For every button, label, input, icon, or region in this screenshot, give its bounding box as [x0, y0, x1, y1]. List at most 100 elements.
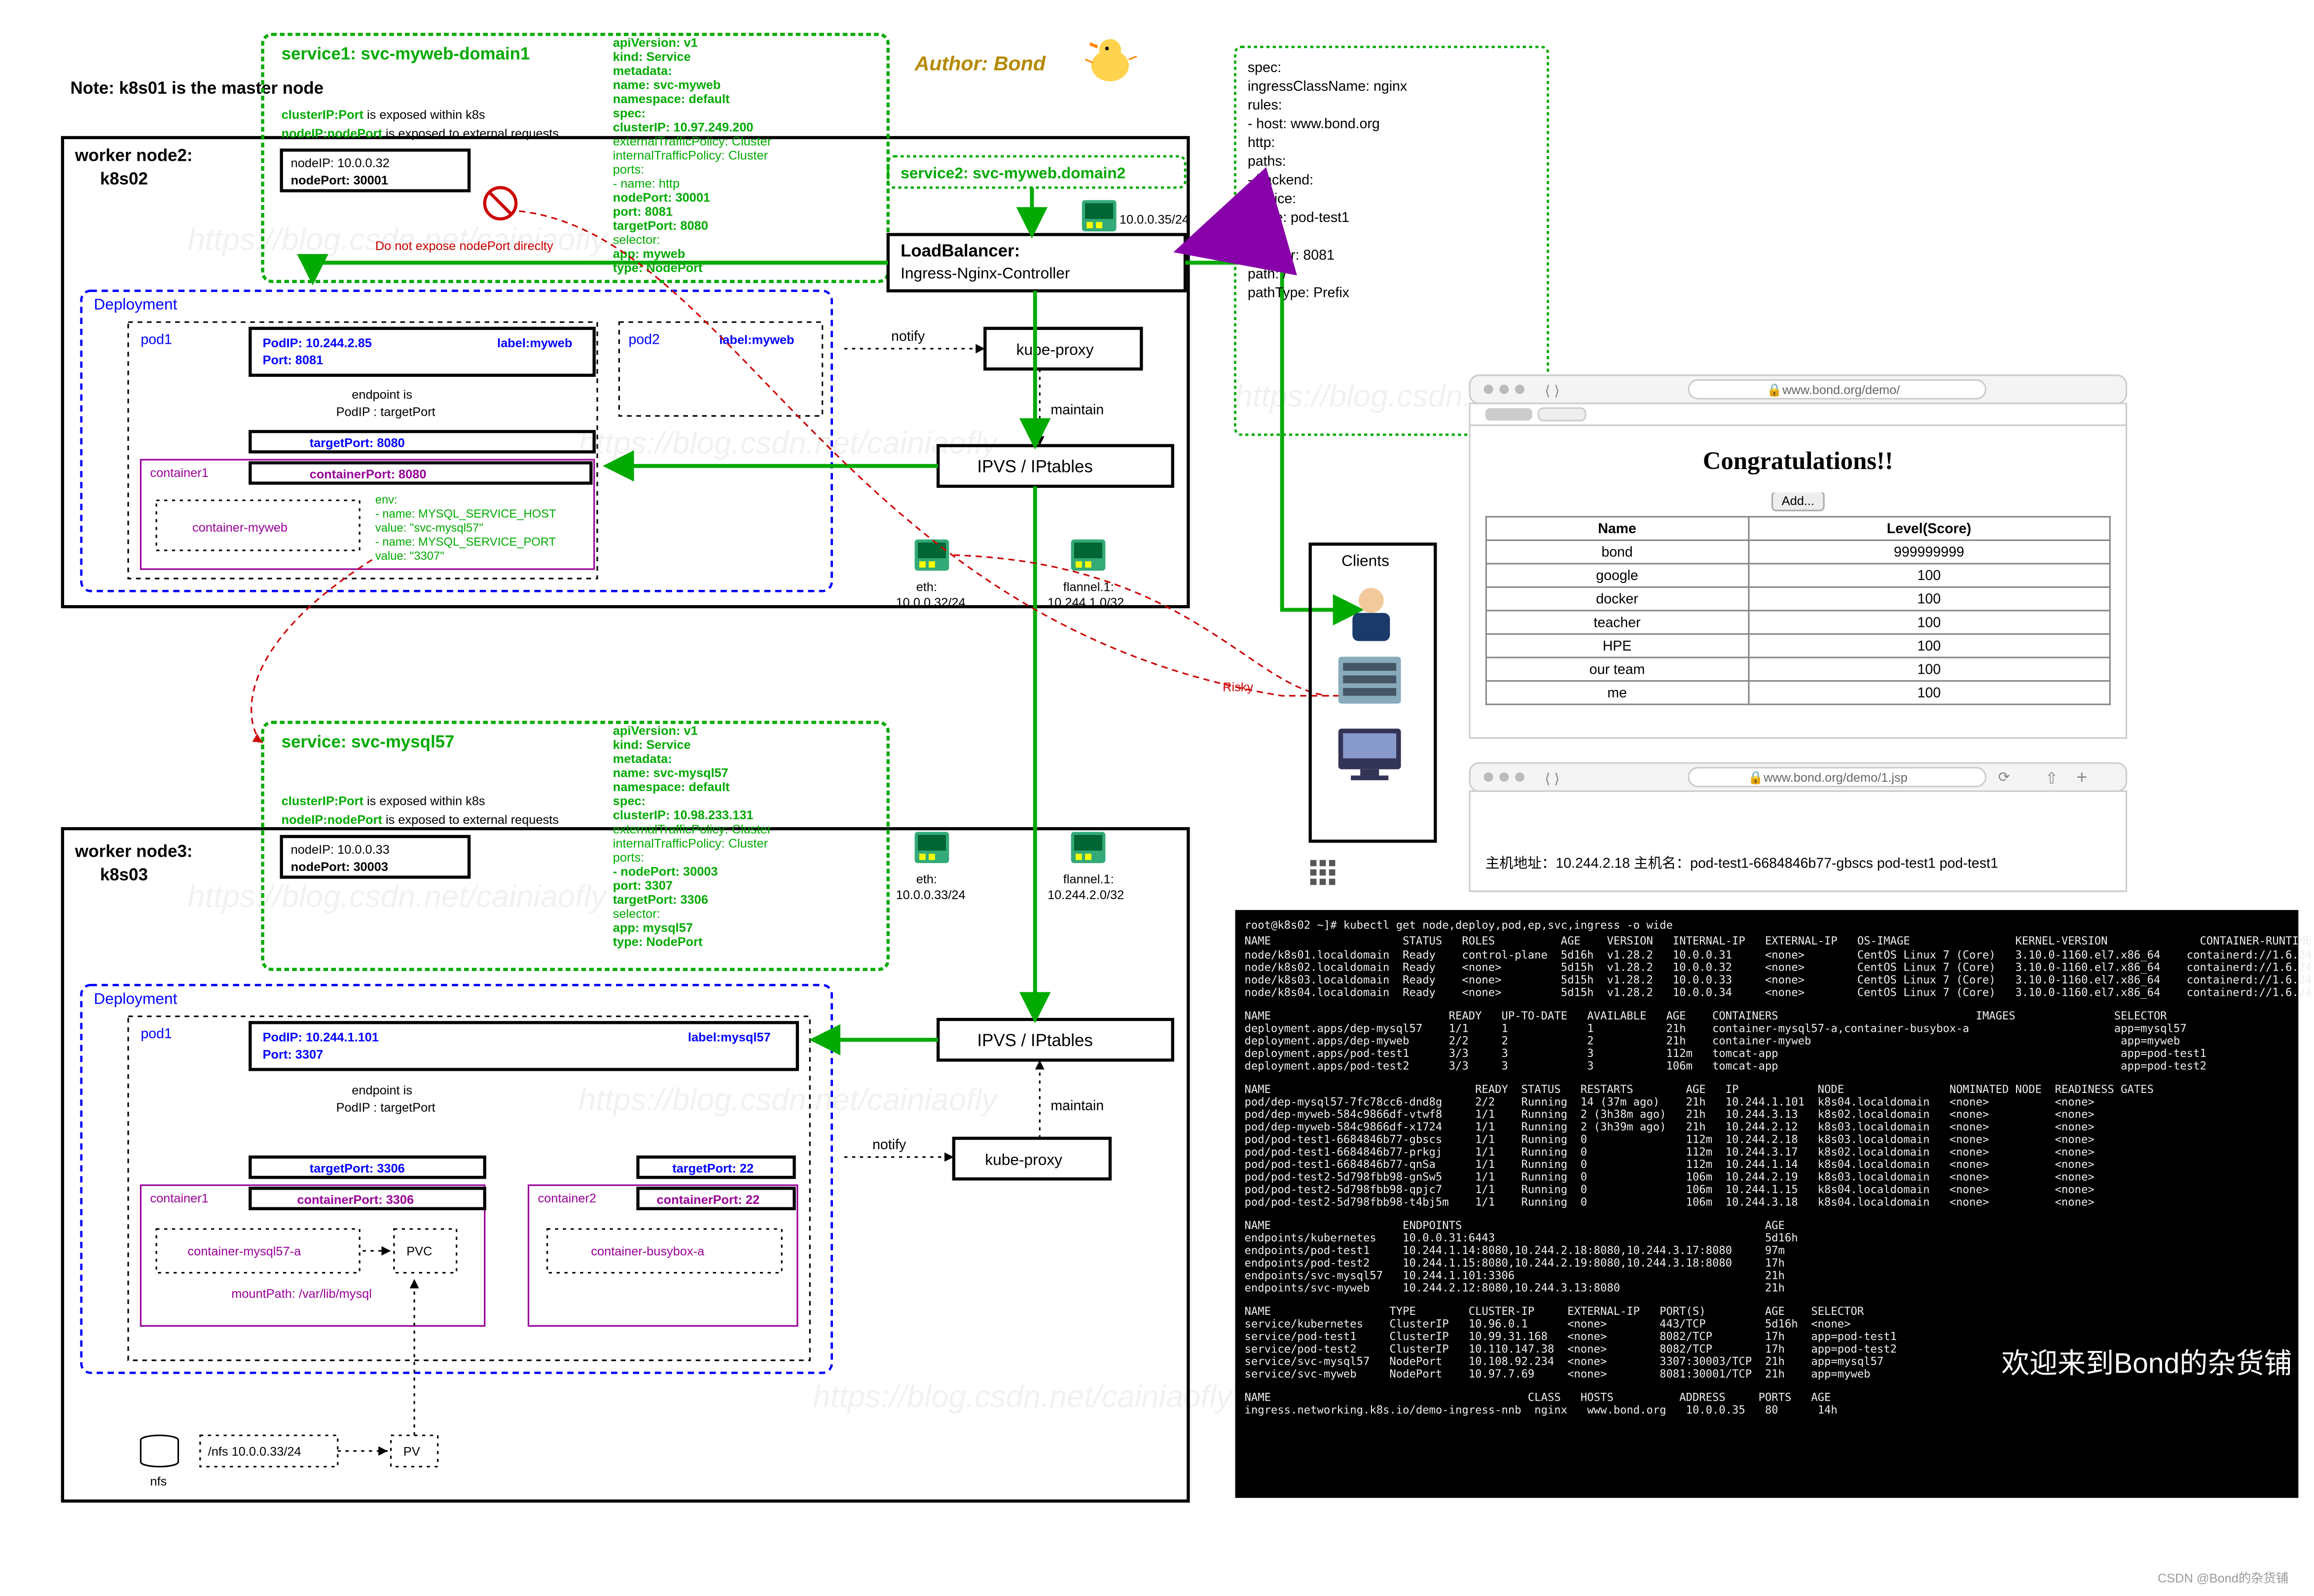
svg-text:eth:: eth:	[916, 580, 937, 594]
add-button[interactable]: Add...	[1771, 493, 1825, 511]
svg-text:- backend:: - backend:	[1248, 172, 1313, 188]
svg-text:ports:: ports:	[613, 851, 644, 865]
svg-text:https://blog.csdn.net/cainiaof: https://blog.csdn.net/cainiaofly	[813, 1379, 1234, 1414]
svg-text:deployment.apps/pod-test2: deployment.apps/pod-test2 3/3 3 3 106m t…	[1245, 1059, 2206, 1072]
svg-text:pod/pod-test2-5d798fbb98-qpjc7: pod/pod-test2-5d798fbb98-qpjc7 1/1 Runni…	[1245, 1183, 2095, 1196]
ingress-arrow	[1192, 235, 1235, 247]
svg-text:spec:: spec:	[613, 795, 646, 808]
svg-text:kube-proxy: kube-proxy	[1016, 341, 1094, 359]
svg-text:selector:: selector:	[613, 233, 660, 247]
svg-text:deployment.apps/dep-mysql57: deployment.apps/dep-mysql57 1/1 1 1 21h …	[1245, 1022, 2187, 1035]
author-label: Author: Bond	[914, 52, 1046, 75]
svg-text:value: "svc-mysql57": value: "svc-mysql57"	[375, 521, 483, 535]
svg-text:metadata:: metadata:	[613, 752, 672, 766]
svg-text:PodIP : targetPort: PodIP : targetPort	[336, 1101, 435, 1115]
svg-text:namespace: default: namespace: default	[613, 780, 730, 794]
node2-title: worker node2:	[74, 146, 192, 165]
svg-text:node/k8s02.localdomain Ready: node/k8s02.localdomain Ready <none> 5d15…	[1245, 961, 2312, 974]
svg-text:externalTrafficPolicy: Cluster: externalTrafficPolicy: Cluster	[613, 135, 772, 148]
congrats-title: Congratulations!!	[1703, 447, 1893, 474]
table-row: me100	[1486, 681, 2110, 705]
client-person-icon	[1352, 588, 1390, 641]
chick-icon	[1085, 39, 1137, 81]
svg-text:pod/dep-mysql57-7fc78cc6-dnd8g: pod/dep-mysql57-7fc78cc6-dnd8g 2/2 Runni…	[1245, 1095, 2095, 1108]
svg-text:NAME STATUS: NAME STATUS ROLES AGE VERSION INTERNAL-I…	[1245, 935, 2312, 947]
svg-text:PVC: PVC	[406, 1245, 432, 1259]
svg-text:internalTrafficPolicy: Cluster: internalTrafficPolicy: Cluster	[613, 836, 768, 850]
svg-text:- nodePort: 30003: - nodePort: 30003	[613, 865, 718, 878]
svg-text:pod1: pod1	[141, 331, 172, 347]
svg-text:NAME: NAME READY STATUS RESTARTS AGE IP NODE N…	[1245, 1083, 2154, 1096]
svg-text:https://blog.csdn.net/cainiaof: https://blog.csdn.net/cainiaofly	[578, 426, 999, 460]
table-row: docker100	[1486, 587, 2110, 611]
svg-text:endpoints/pod-test1 10.244: endpoints/pod-test1 10.244.1.14:8080,10.…	[1245, 1244, 1785, 1257]
table-row: teacher100	[1486, 611, 2110, 634]
svg-text:pod/pod-test1-6684846b77-qnSa: pod/pod-test1-6684846b77-qnSa 1/1 Runnin…	[1245, 1158, 2095, 1171]
new-tab-icon[interactable]: +	[2076, 767, 2087, 788]
svg-text:selector:: selector:	[613, 907, 660, 921]
svg-text:ingressClassName: nginx: ingressClassName: nginx	[1248, 78, 1407, 94]
svg-text:env:: env:	[375, 493, 398, 507]
browser1-url[interactable]: www.bond.org/demo/	[1782, 383, 1900, 397]
svg-text:containerPort: 3306: containerPort: 3306	[297, 1193, 414, 1207]
svg-text:endpoints/pod-test2 10.244: endpoints/pod-test2 10.244.1.15:8080,10.…	[1245, 1257, 1785, 1270]
table-row: our team100	[1486, 657, 2110, 681]
svg-text:clusterIP: 10.98.233.131: clusterIP: 10.98.233.131	[613, 808, 754, 822]
menu-icon	[1310, 860, 1336, 885]
container-env: env: - name: MYSQL_SERVICE_HOST value: "…	[375, 493, 556, 563]
flow-to-clients	[1185, 263, 1360, 610]
svg-text:https://blog.csdn.net/cainiaof: https://blog.csdn.net/cainiaofly	[578, 1083, 999, 1117]
csdn-footer: CSDN @Bond的杂货铺	[2158, 1571, 2288, 1585]
svg-text:service/kubernetes ClusterI: service/kubernetes ClusterIP 10.96.0.1 <…	[1245, 1318, 1851, 1331]
svg-text:pod/pod-test1-6684846b77-prkgj: pod/pod-test1-6684846b77-prkgj 1/1 Runni…	[1245, 1146, 2095, 1159]
svg-text:apiVersion: v1: apiVersion: v1	[613, 724, 698, 738]
svg-text:number: 8081: number: 8081	[1248, 247, 1335, 263]
svg-text:pod/pod-test2-5d798fbb98-gnSw5: pod/pod-test2-5d798fbb98-gnSw5 1/1 Runni…	[1245, 1171, 2095, 1184]
svg-text:service/svc-mysql57 NodePort: service/svc-mysql57 NodePort 10.108.92.2…	[1245, 1355, 1884, 1368]
svg-text:10.244.2.0/32: 10.244.2.0/32	[1048, 888, 1124, 902]
svg-text:container-myweb: container-myweb	[192, 521, 288, 535]
svg-text:path: /: path: /	[1248, 266, 1287, 282]
svg-text:Port: 3307: Port: 3307	[263, 1048, 324, 1061]
browser2-url[interactable]: www.bond.org/demo/1.jsp	[1763, 771, 1908, 785]
svg-text:nodeIP: 10.0.0.33: nodeIP: 10.0.0.33	[291, 843, 390, 857]
svg-text:paths:: paths:	[1248, 153, 1286, 169]
svc-mysql-yaml: apiVersion: v1 kind: Service metadata: n…	[613, 724, 772, 949]
svg-text:name: pod-test1: name: pod-test1	[1248, 210, 1349, 225]
svg-text:endpoint is: endpoint is	[352, 388, 412, 401]
svg-text:container1: container1	[150, 466, 208, 480]
svg-text:k8s03: k8s03	[100, 865, 148, 884]
svg-text:/nfs 10.0.0.33/24: /nfs 10.0.0.33/24	[208, 1445, 301, 1459]
svg-text:container-busybox-a: container-busybox-a	[591, 1245, 705, 1259]
svg-text:service/svc-myweb NodePort: service/svc-myweb NodePort 10.97.7.69 <n…	[1245, 1368, 1871, 1380]
svg-text:endpoints/svc-myweb 10.244: endpoints/svc-myweb 10.244.2.12:8080,10.…	[1245, 1282, 1785, 1295]
nic-icon	[915, 540, 949, 571]
svg-text:node/k8s01.localdomain Ready: node/k8s01.localdomain Ready control-pla…	[1245, 948, 2312, 961]
svg-text:rules:: rules:	[1248, 97, 1282, 113]
svg-text:nfs: nfs	[150, 1475, 167, 1488]
svg-text:10.244.1.0/32: 10.244.1.0/32	[1048, 596, 1124, 610]
svc1-cipnote: clusterIP:Port is exposed within k8s	[282, 108, 485, 122]
svg-text:metadata:: metadata:	[613, 64, 672, 78]
table-row: bond999999999	[1486, 540, 2110, 564]
svg-text:pod2: pod2	[628, 331, 659, 347]
svg-text:Risky: Risky	[1223, 680, 1253, 694]
svg-text:targetPort: 8080: targetPort: 8080	[310, 436, 405, 450]
client-pc-icon	[1338, 728, 1401, 780]
svg-text:value: "3307": value: "3307"	[375, 549, 444, 563]
nic-icon	[1071, 540, 1106, 571]
svg-text:endpoints/svc-mysql57 10.244: endpoints/svc-mysql57 10.244.1.101:3306 …	[1245, 1269, 1785, 1282]
svg-text:container-mysql57-a: container-mysql57-a	[187, 1245, 301, 1259]
svg-text:http:: http:	[1248, 135, 1275, 150]
svg-text:container2: container2	[538, 1192, 596, 1205]
svg-text:endpoints/kubernetes 10.0.0: endpoints/kubernetes 10.0.0.31:6443 5d16…	[1245, 1232, 1798, 1244]
svg-text:pod/dep-myweb-584c9866df-vtwf8: pod/dep-myweb-584c9866df-vtwf8 1/1 Runni…	[1245, 1108, 2095, 1121]
svg-text:10.0.0.33/24: 10.0.0.33/24	[896, 888, 966, 902]
svg-text:10.0.0.32/24: 10.0.0.32/24	[896, 596, 966, 610]
svg-text:label:myweb: label:myweb	[497, 336, 572, 350]
svg-text:nodeIP:nodePort is exposed to: nodeIP:nodePort is exposed to external r…	[282, 813, 559, 827]
svg-text:spec:: spec:	[613, 107, 646, 120]
svg-text:targetPort: 3306: targetPort: 3306	[310, 1162, 405, 1176]
share-icon[interactable]: ⇧	[2045, 769, 2059, 787]
svg-text:maintain: maintain	[1050, 1098, 1104, 1114]
